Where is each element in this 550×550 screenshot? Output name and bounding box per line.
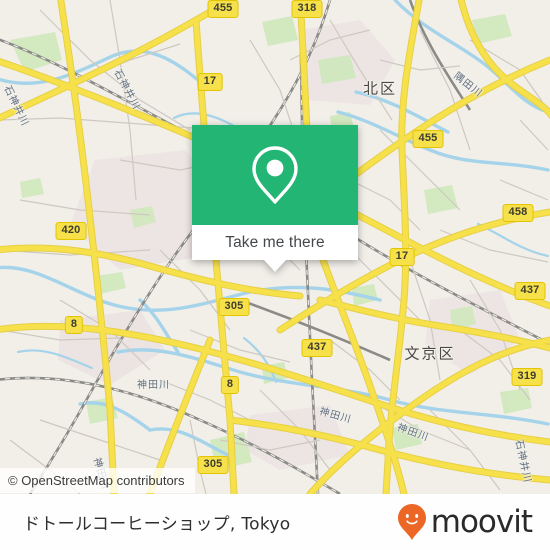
road-shield: 318 (291, 0, 323, 18)
moovit-wordmark: moovit (430, 503, 533, 540)
road-shield: 8 (64, 316, 84, 334)
map-screenshot: 455 318 17 455 458 420 17 305 437 8 437 319 8 305 北区文… (0, 0, 550, 550)
popup-icon-area (192, 125, 358, 225)
road-shield: 455 (412, 130, 444, 148)
popup-pointer (264, 260, 286, 272)
popup-cta-area[interactable]: Take me there (192, 225, 358, 272)
district-label: 文京区 (404, 344, 456, 363)
road-shield: 437 (301, 339, 333, 357)
footer-bar: ドトールコーヒーショップ, Tokyo moovit (0, 494, 550, 550)
river-label: 神田川 (137, 380, 170, 391)
road-shield: 319 (511, 368, 543, 386)
moovit-smiley-pin-icon (397, 504, 426, 540)
take-me-there-label: Take me there (225, 233, 325, 251)
place-title: ドトールコーヒーショップ, Tokyo (23, 514, 291, 535)
moovit-brand[interactable]: moovit (397, 503, 533, 541)
road-shield: 455 (207, 0, 239, 18)
district-label: 北区 (362, 79, 398, 98)
road-shield: 305 (218, 298, 250, 316)
map-pin-icon (252, 146, 298, 204)
road-shield: 17 (197, 73, 223, 91)
road-shield: 305 (197, 456, 229, 474)
road-shield: 458 (502, 204, 534, 222)
osm-attribution[interactable]: © OpenStreetMap contributors (0, 468, 195, 493)
road-shield: 420 (55, 222, 87, 240)
road-shield: 8 (220, 376, 240, 394)
road-shield: 437 (514, 282, 546, 300)
road-shield: 17 (389, 248, 415, 266)
place-popup-card[interactable]: Take me there (192, 125, 358, 272)
